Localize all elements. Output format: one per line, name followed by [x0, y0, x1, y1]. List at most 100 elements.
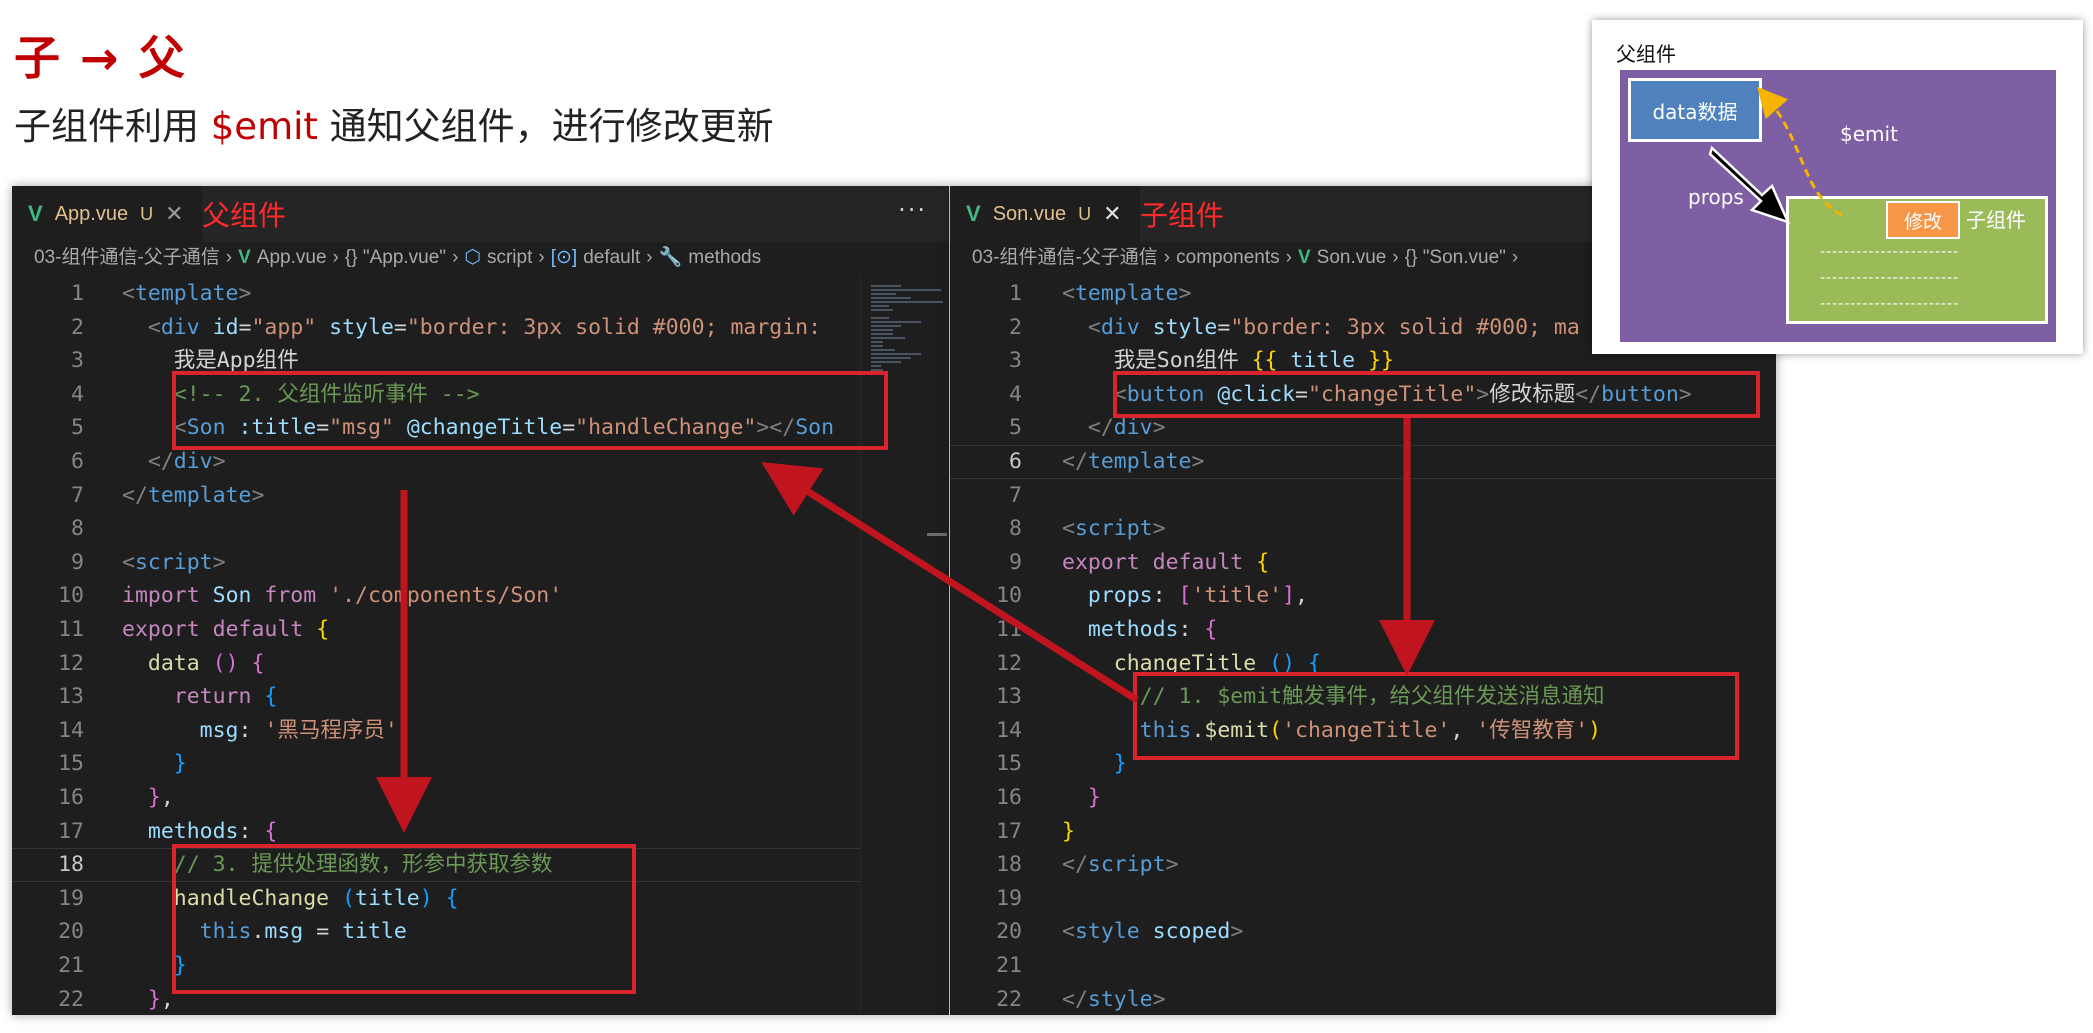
code-token: default: [1152, 549, 1244, 575]
code-line[interactable]: 10 props: ['title'],: [950, 579, 1776, 612]
minimap-line: [871, 325, 901, 327]
code-token: }}: [1368, 348, 1394, 374]
code-line[interactable]: 7 </template>: [12, 479, 949, 512]
code-token: // 1. $emit触发事件，给父组件发送消息通知: [1139, 684, 1605, 710]
line-number: 3: [1009, 348, 1022, 374]
code-line[interactable]: 12 changeTitle () {: [950, 647, 1776, 680]
breadcrumb-item[interactable]: 03-组件通信-父子通信: [972, 247, 1158, 268]
code-line[interactable]: 15 }: [950, 747, 1776, 780]
code-line[interactable]: 20 <style scoped>: [950, 915, 1776, 948]
code-token: .: [1191, 717, 1205, 743]
code-token: "border: 3px solid #000; ma: [1230, 314, 1580, 340]
code-token: =: [1217, 314, 1231, 340]
breadcrumb-item[interactable]: Son.vue: [1317, 247, 1387, 268]
code-line[interactable]: 9 <script>: [12, 546, 949, 579]
code-token: handleChange: [173, 885, 330, 911]
breadcrumb-item[interactable]: methods: [688, 247, 761, 268]
code-token: 'changeTitle': [1282, 717, 1451, 743]
code-token: template: [1074, 281, 1179, 306]
breadcrumb-item[interactable]: {} "App.vue": [345, 247, 446, 268]
code-text: </template>: [1062, 445, 1204, 478]
code-token: scoped: [1152, 919, 1231, 945]
code-line[interactable]: 1 <template>: [12, 277, 949, 310]
chevron-right-icon: ›: [1163, 247, 1171, 268]
breadcrumb-item[interactable]: App.vue: [257, 247, 327, 268]
code-line[interactable]: 18 // 3. 提供处理函数，形参中获取参数: [12, 848, 949, 881]
code-line[interactable]: 11 methods: {: [950, 613, 1776, 646]
more-icon[interactable]: ···: [898, 196, 927, 224]
code-token: {: [264, 818, 278, 844]
code-line[interactable]: 16 }: [950, 781, 1776, 814]
code-line[interactable]: 8: [12, 512, 949, 545]
tab-app-vue[interactable]: V App.vue U ✕: [12, 186, 202, 242]
breadcrumb-item[interactable]: components: [1176, 247, 1280, 268]
breadcrumb-item[interactable]: 03-组件通信-父子通信: [34, 247, 220, 268]
code-token: (): [212, 650, 239, 676]
code-line[interactable]: 4 <button @click="changeTitle">修改标题</but…: [950, 378, 1776, 411]
code-token: 我是Son组件: [1062, 348, 1252, 374]
code-line[interactable]: 16 },: [12, 781, 949, 814]
code-line[interactable]: 17 methods: {: [12, 815, 949, 848]
code-line[interactable]: 22 },: [12, 983, 949, 1015]
code-token: >: [1476, 381, 1490, 407]
close-icon[interactable]: ✕: [1103, 201, 1121, 227]
code-line[interactable]: 21 }: [12, 949, 949, 982]
code-line[interactable]: 11 export default {: [12, 613, 949, 646]
code-text: <template>: [122, 277, 251, 310]
code-line[interactable]: 5 <Son :title="msg" @changeTitle="handle…: [12, 411, 949, 444]
code-token: data: [147, 650, 200, 676]
code-text: <script>: [122, 546, 226, 579]
code-line[interactable]: 19 handleChange (title) {: [12, 882, 949, 915]
code-text: }: [122, 949, 187, 982]
code-line[interactable]: 20 this.msg = title: [12, 915, 949, 948]
breadcrumb-item[interactable]: script: [487, 247, 532, 268]
close-icon[interactable]: ✕: [165, 201, 183, 227]
code-line[interactable]: 2 <div id="app" style="border: 3px solid…: [12, 311, 949, 344]
code-token: 我是App组件: [122, 348, 299, 374]
code-line[interactable]: 4 <!-- 2. 父组件监听事件 -->: [12, 378, 949, 411]
code-line[interactable]: 5 </div>: [950, 411, 1776, 444]
code-line[interactable]: 10 import Son from './components/Son': [12, 579, 949, 612]
code-line[interactable]: 3 我是App组件: [12, 344, 949, 377]
breadcrumb-item[interactable]: {} "Son.vue": [1405, 247, 1506, 268]
code-token: this: [1139, 717, 1192, 743]
code-line[interactable]: 17}: [950, 815, 1776, 848]
code-line[interactable]: 6 </div>: [12, 445, 949, 478]
code-line[interactable]: 22 </style>: [950, 983, 1776, 1015]
code-line[interactable]: 14 this.$emit('changeTitle', '传智教育'): [950, 714, 1776, 747]
minimap-line: [871, 305, 889, 307]
minimap[interactable]: [860, 277, 949, 1015]
code-line[interactable]: 21: [950, 949, 1776, 982]
code-line[interactable]: 19: [950, 882, 1776, 915]
code-token: :: [238, 717, 265, 743]
code-line[interactable]: 6 </template>: [950, 445, 1776, 478]
code-line[interactable]: 7: [950, 479, 1776, 512]
code-line[interactable]: 18 </script>: [950, 848, 1776, 881]
code-line[interactable]: 13 return {: [12, 680, 949, 713]
scrollbar-thumb[interactable]: [927, 533, 947, 536]
slide-subtitle: 子组件利用 $emit 通知父组件，进行修改更新: [14, 96, 774, 150]
code-token: ): [1588, 717, 1602, 743]
code-token: ]: [1282, 583, 1296, 609]
dash-row: -----------------------: [1820, 270, 1960, 286]
code-line[interactable]: 8 <script>: [950, 512, 1776, 545]
line-number: 12: [996, 650, 1022, 676]
code-line[interactable]: 12 data () {: [12, 647, 949, 680]
tab-son-vue[interactable]: V Son.vue U ✕: [950, 186, 1140, 242]
code-token: Son: [212, 583, 252, 609]
code-line[interactable]: 15 }: [12, 747, 949, 780]
code-line[interactable]: 14 msg: '黑马程序员': [12, 714, 949, 747]
code-line[interactable]: 13 // 1. $emit触发事件，给父组件发送消息通知: [950, 680, 1776, 713]
code-line[interactable]: 9 export default {: [950, 546, 1776, 579]
breadcrumb-item[interactable]: default: [583, 247, 640, 268]
